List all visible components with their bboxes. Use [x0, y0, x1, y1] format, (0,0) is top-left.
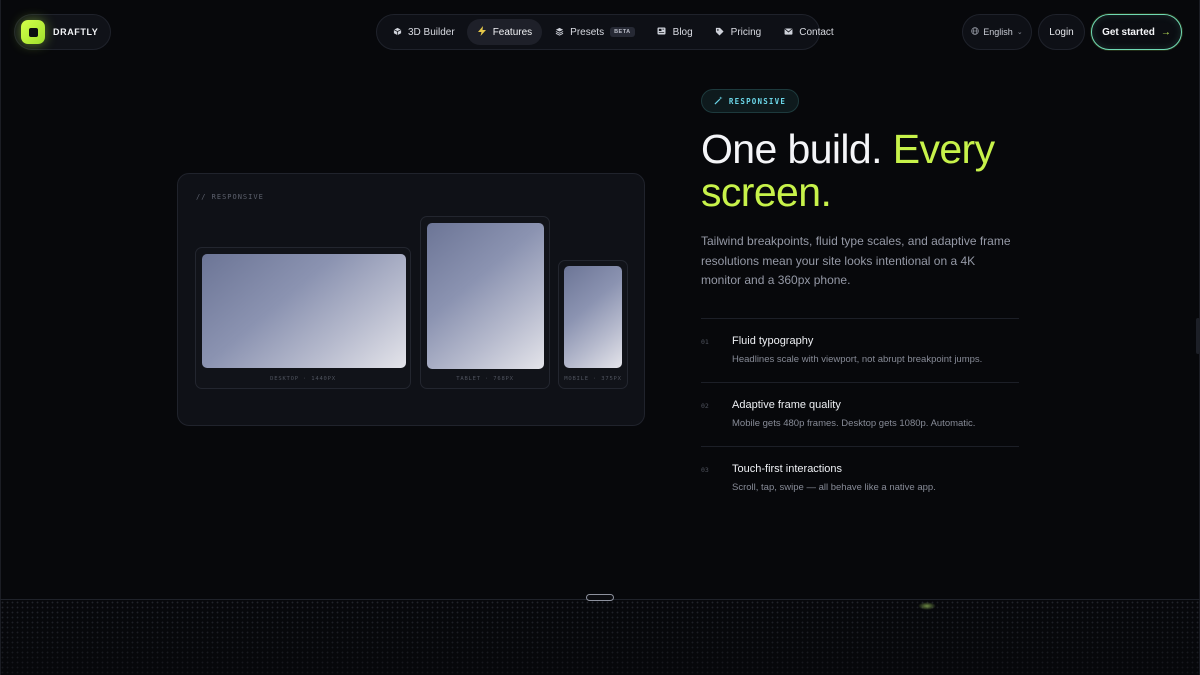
nav-label: Contact	[799, 26, 834, 38]
feature-description: Scroll, tap, swipe — all behave like a n…	[732, 482, 936, 493]
language-label: English	[983, 27, 1013, 37]
mobile-screen	[564, 266, 622, 368]
feature-number: 03	[701, 466, 709, 474]
nav-item-3d-builder[interactable]: 3D Builder	[382, 19, 465, 45]
list-item: 02 Adaptive frame quality Mobile gets 48…	[701, 382, 1019, 446]
glow-decoration	[918, 602, 936, 610]
nav-label: Features	[492, 26, 533, 38]
scrollbar[interactable]	[1196, 318, 1200, 354]
nav-item-features[interactable]: Features	[466, 19, 543, 45]
feature-number: 01	[701, 338, 709, 346]
cube-icon	[392, 27, 402, 38]
chevron-down-icon: ⌄	[1016, 29, 1023, 36]
headline-accent-1: Every	[892, 126, 995, 172]
headline-accent-2: screen.	[701, 169, 832, 215]
list-item: 03 Touch-first interactions Scroll, tap,…	[701, 446, 1019, 510]
nav-item-pricing[interactable]: Pricing	[705, 19, 772, 45]
login-button[interactable]: Login	[1038, 14, 1085, 50]
lightning-icon	[477, 26, 487, 38]
arrow-right-icon: →	[1160, 26, 1171, 38]
logo-square-icon	[21, 20, 45, 44]
tablet-device: TABLET · 768PX	[420, 216, 550, 389]
headline-white: One build.	[701, 126, 883, 172]
get-started-button[interactable]: Get started →	[1091, 14, 1182, 50]
nav-item-contact[interactable]: Contact	[773, 19, 843, 45]
feature-description: Headlines scale with viewport, not abrup…	[732, 354, 983, 365]
layers-icon	[554, 27, 564, 38]
main-nav: 3D Builder Features Presets BETA Blog Pr…	[376, 14, 834, 50]
section-tag: RESPONSIVE	[701, 89, 799, 113]
page-title: One build. Every screen.	[701, 128, 1041, 214]
feature-title: Touch-first interactions	[732, 463, 843, 475]
nav-label: Pricing	[730, 26, 762, 38]
cta-label: Get started	[1102, 26, 1155, 38]
nav-label: Blog	[672, 26, 693, 38]
tablet-label: TABLET · 768PX	[456, 376, 514, 382]
hero-description: Tailwind breakpoints, fluid type scales,…	[701, 234, 1011, 287]
brand-name: DRAFTLY	[53, 27, 99, 37]
newspaper-icon	[657, 27, 667, 37]
language-select[interactable]: English ⌄	[962, 14, 1032, 50]
drag-handle[interactable]	[586, 594, 614, 601]
feature-title: Adaptive frame quality	[732, 399, 841, 411]
desktop-screen	[202, 254, 406, 368]
nav-item-blog[interactable]: Blog	[647, 19, 703, 45]
mobile-label: MOBILE · 375PX	[564, 376, 622, 382]
beta-badge: BETA	[610, 27, 635, 37]
responsive-showcase-card: // RESPONSIVE DESKTOP · 1440PX TABLET · …	[177, 173, 645, 426]
feature-title: Fluid typography	[732, 335, 814, 347]
magic-wand-icon	[714, 95, 723, 107]
mail-icon	[783, 27, 793, 37]
desktop-device: DESKTOP · 1440PX	[195, 247, 411, 389]
card-label: // RESPONSIVE	[196, 193, 264, 201]
tag-label: RESPONSIVE	[728, 96, 787, 106]
list-item: 01 Fluid typography Headlines scale with…	[701, 318, 1019, 382]
nav-label: Presets	[570, 26, 605, 38]
feature-list: 01 Fluid typography Headlines scale with…	[701, 318, 1019, 510]
tablet-screen	[427, 223, 544, 369]
nav-label: 3D Builder	[408, 26, 455, 38]
feature-number: 02	[701, 402, 709, 410]
feature-description: Mobile gets 480p frames. Desktop gets 10…	[732, 418, 976, 429]
mobile-device: MOBILE · 375PX	[558, 260, 628, 389]
brand-logo[interactable]: DRAFTLY	[14, 14, 112, 50]
globe-icon	[971, 27, 980, 37]
dot-grid-background	[0, 600, 1200, 675]
nav-item-presets[interactable]: Presets BETA	[544, 19, 644, 45]
tag-icon	[715, 27, 725, 38]
desktop-label: DESKTOP · 1440PX	[270, 376, 336, 382]
